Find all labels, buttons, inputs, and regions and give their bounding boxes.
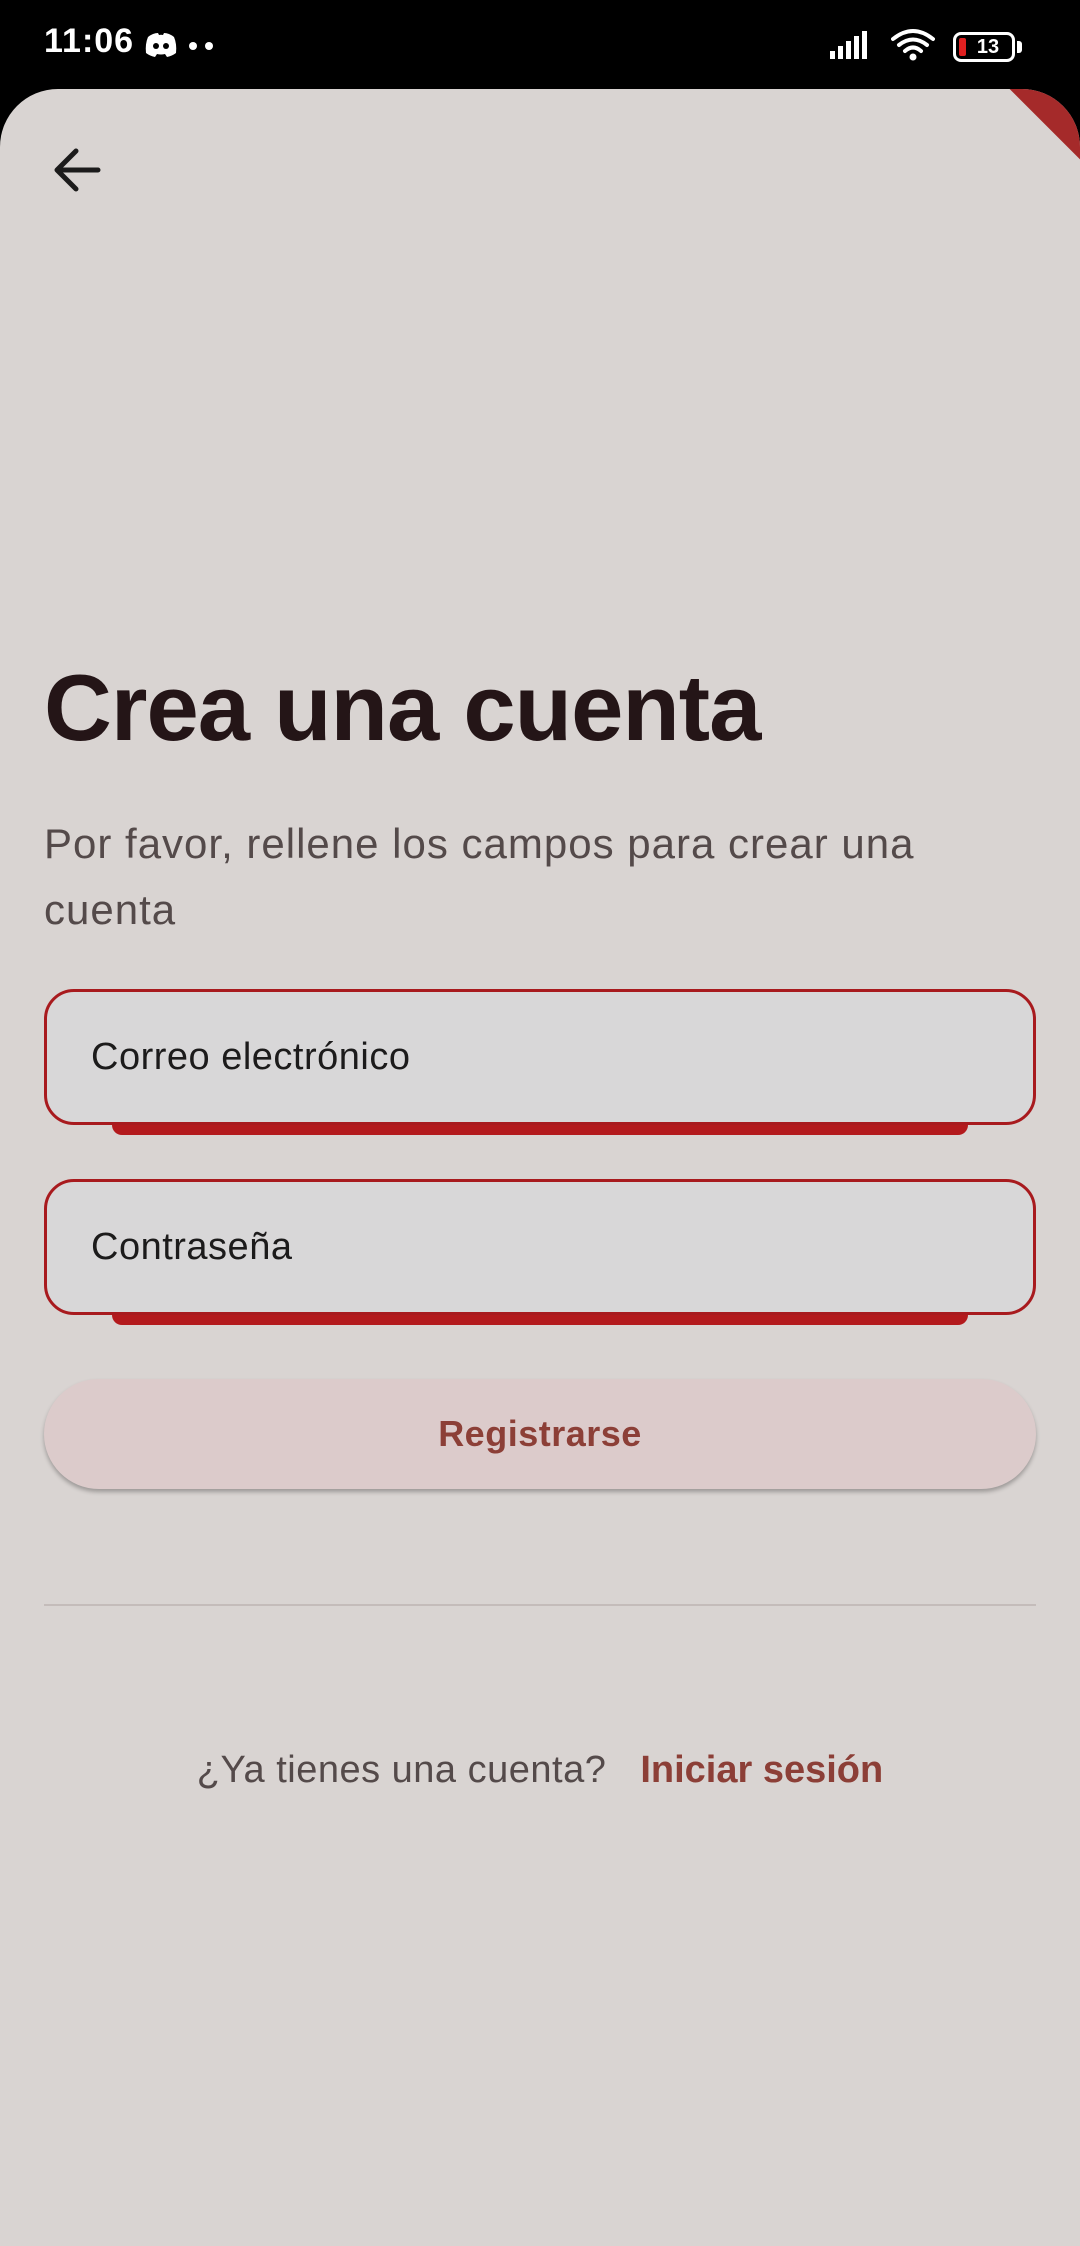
notification-dot-icon [188, 38, 198, 56]
page-title: Crea una cuenta [44, 655, 761, 760]
status-right-icons: 13 [829, 28, 1022, 66]
app-screen: Crea una cuenta Por favor, rellene los c… [0, 89, 1080, 2246]
password-field[interactable] [44, 1179, 1036, 1315]
email-field[interactable] [44, 989, 1036, 1125]
signal-icon [829, 29, 873, 66]
battery-tip [1017, 41, 1022, 53]
register-button[interactable]: Registrarse [44, 1379, 1036, 1489]
signin-row: ¿Ya tienes una cuenta? Iniciar sesión [0, 1749, 1080, 1792]
debug-banner [970, 89, 1080, 185]
status-left-icons [144, 30, 214, 64]
divider [44, 1604, 1036, 1606]
battery-icon: 13 [953, 32, 1015, 62]
signin-link[interactable]: Iniciar sesión [640, 1749, 883, 1792]
back-button[interactable] [36, 131, 118, 213]
signin-prompt: ¿Ya tienes una cuenta? [196, 1749, 607, 1791]
status-time: 11:06 [44, 22, 135, 60]
page-subtitle: Por favor, rellene los campos para crear… [44, 820, 915, 933]
battery-level: 13 [976, 35, 1000, 58]
status-bar: 11:06 13 [0, 0, 1080, 89]
arrow-back-icon [52, 147, 102, 198]
email-field-container [44, 989, 1036, 1135]
wifi-icon [891, 28, 935, 67]
discord-icon [144, 31, 178, 64]
battery-fill [959, 38, 966, 56]
notification-dot-icon [204, 38, 214, 56]
password-field-container [44, 1179, 1036, 1325]
